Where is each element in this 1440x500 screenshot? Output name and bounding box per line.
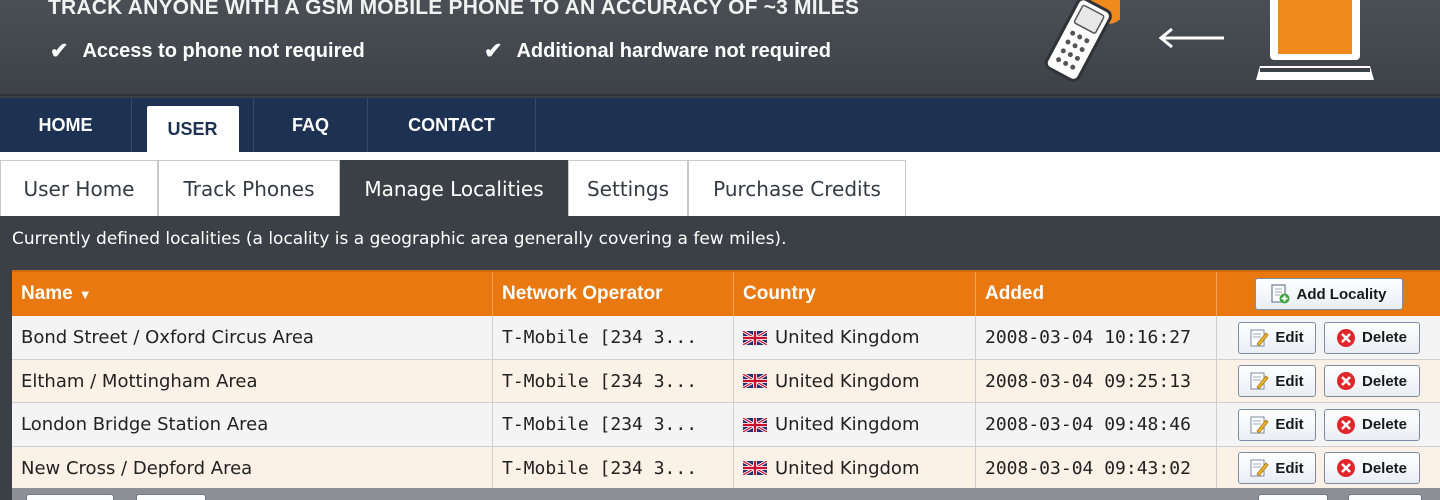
cell-actions: Edit Delete bbox=[1217, 360, 1440, 403]
delete-button[interactable]: Delete bbox=[1323, 321, 1420, 354]
column-header-added[interactable]: Added bbox=[976, 272, 1217, 316]
cell-country: United Kingdom bbox=[734, 316, 976, 359]
nav-faq[interactable]: FAQ bbox=[254, 98, 368, 152]
edit-pencil-icon bbox=[1250, 372, 1269, 390]
tab-track-phones[interactable]: Track Phones bbox=[158, 160, 340, 216]
add-locality-label: Add Locality bbox=[1296, 285, 1387, 303]
delete-x-icon bbox=[1336, 328, 1355, 347]
cell-country: United Kingdom bbox=[734, 359, 976, 403]
cell-actions: Edit Delete bbox=[1217, 447, 1440, 490]
nav-user-wrapper: USER bbox=[132, 98, 254, 152]
cell-operator: T-Mobile [234 3... bbox=[493, 359, 734, 403]
sub-tabs: User Home Track Phones Manage Localities… bbox=[0, 152, 1440, 216]
cell-name: London Bridge Station Area bbox=[12, 403, 493, 446]
cell-added: 2008-03-04 09:48:46 bbox=[976, 403, 1217, 446]
table-row: Eltham / Mottingham Area T-Mobile [234 3.… bbox=[12, 359, 1440, 403]
table-row: Bond Street / Oxford Circus Area T-Mobile… bbox=[12, 316, 1440, 360]
cell-operator: T-Mobile [234 3... bbox=[493, 446, 734, 490]
cell-added: 2008-03-04 09:43:02 bbox=[976, 446, 1217, 490]
mobile-phone-icon bbox=[1044, 0, 1120, 82]
edit-button[interactable]: Edit bbox=[1237, 452, 1316, 484]
site-banner: TRACK ANYONE WITH A GSM MOBILE PHONE TO … bbox=[0, 0, 1440, 96]
add-document-icon bbox=[1271, 284, 1290, 304]
delete-button[interactable]: Delete bbox=[1323, 365, 1420, 397]
nav-user[interactable]: USER bbox=[146, 106, 239, 152]
check-icon: ✔ bbox=[50, 38, 69, 63]
cell-name: Eltham / Mottingham Area bbox=[12, 359, 493, 403]
edit-pencil-icon bbox=[1250, 416, 1269, 434]
nav-home[interactable]: HOME bbox=[0, 98, 132, 152]
add-locality-button[interactable]: Add Locality bbox=[1254, 278, 1403, 310]
delete-x-icon bbox=[1336, 372, 1355, 390]
column-header-actions: Add Locality bbox=[1217, 272, 1440, 316]
main-nav: HOME USER FAQ CONTACT bbox=[0, 98, 1440, 152]
check-icon: ✔ bbox=[484, 38, 503, 63]
cell-country: United Kingdom bbox=[734, 446, 976, 490]
cell-name: New Cross / Depford Area bbox=[12, 446, 493, 490]
country-label: United Kingdom bbox=[775, 327, 920, 348]
edit-button[interactable]: Edit bbox=[1237, 408, 1316, 441]
tab-user-home[interactable]: User Home bbox=[0, 160, 158, 216]
delete-label: Delete bbox=[1361, 372, 1408, 390]
table-header: Name ▼ Network Operator Country Added Ad… bbox=[12, 270, 1440, 316]
footer-button-right-2[interactable] bbox=[1348, 494, 1422, 500]
delete-button[interactable]: Delete bbox=[1323, 408, 1420, 441]
footer-button-left-2[interactable] bbox=[136, 494, 206, 500]
nav-contact[interactable]: CONTACT bbox=[368, 98, 536, 152]
feature-label: Access to phone not required bbox=[82, 39, 365, 62]
country-label: United Kingdom bbox=[775, 414, 920, 435]
table-body: Bond Street / Oxford Circus Area T-Mobile… bbox=[12, 316, 1440, 490]
uk-flag-icon bbox=[743, 374, 767, 388]
uk-flag-icon bbox=[743, 461, 767, 475]
feature-hardware: ✔ Additional hardware not required bbox=[484, 38, 831, 64]
edit-pencil-icon bbox=[1250, 329, 1269, 347]
tab-settings[interactable]: Settings bbox=[568, 160, 688, 216]
arrow-left-icon bbox=[1158, 27, 1224, 49]
feature-label: Additional hardware not required bbox=[516, 39, 831, 62]
laptop-icon bbox=[1256, 0, 1374, 80]
country-label: United Kingdom bbox=[775, 457, 920, 479]
column-header-name[interactable]: Name ▼ bbox=[12, 272, 493, 316]
cell-name: Bond Street / Oxford Circus Area bbox=[12, 316, 493, 359]
edit-label: Edit bbox=[1275, 459, 1304, 477]
footer-button-left-1[interactable] bbox=[26, 494, 114, 500]
table-row: London Bridge Station Area T-Mobile [234 … bbox=[12, 403, 1440, 447]
edit-button[interactable]: Edit bbox=[1237, 365, 1316, 397]
column-header-label: Name bbox=[21, 283, 73, 304]
localities-table: Name ▼ Network Operator Country Added Ad… bbox=[12, 270, 1440, 490]
edit-label: Edit bbox=[1275, 416, 1304, 433]
delete-label: Delete bbox=[1361, 329, 1408, 346]
uk-flag-icon bbox=[743, 330, 767, 345]
cell-added: 2008-03-04 09:25:13 bbox=[976, 359, 1217, 403]
column-header-operator[interactable]: Network Operator bbox=[493, 272, 734, 316]
footer-button-right-1[interactable] bbox=[1258, 494, 1328, 500]
edit-label: Edit bbox=[1275, 372, 1304, 390]
cell-operator: T-Mobile [234 3... bbox=[493, 316, 734, 359]
edit-pencil-icon bbox=[1250, 459, 1269, 477]
tab-manage-localities[interactable]: Manage Localities bbox=[340, 160, 568, 216]
uk-flag-icon bbox=[743, 417, 767, 432]
cell-actions: Edit Delete bbox=[1217, 316, 1440, 359]
country-label: United Kingdom bbox=[775, 370, 920, 392]
feature-phone-access: ✔ Access to phone not required bbox=[50, 38, 365, 64]
delete-x-icon bbox=[1336, 415, 1355, 434]
tab-purchase-credits[interactable]: Purchase Credits bbox=[688, 160, 906, 216]
cell-added: 2008-03-04 10:16:27 bbox=[976, 316, 1217, 359]
edit-label: Edit bbox=[1275, 329, 1304, 346]
delete-label: Delete bbox=[1361, 416, 1408, 433]
table-footer bbox=[12, 488, 1440, 500]
delete-x-icon bbox=[1336, 459, 1355, 477]
column-header-country[interactable]: Country bbox=[734, 272, 976, 316]
cell-operator: T-Mobile [234 3... bbox=[493, 403, 734, 446]
table-row: New Cross / Depford Area T-Mobile [234 3.… bbox=[12, 446, 1440, 490]
edit-button[interactable]: Edit bbox=[1237, 321, 1316, 354]
cell-actions: Edit Delete bbox=[1217, 403, 1440, 446]
delete-label: Delete bbox=[1361, 459, 1408, 477]
delete-button[interactable]: Delete bbox=[1323, 452, 1420, 484]
sort-desc-icon: ▼ bbox=[78, 286, 92, 302]
intro-text: Currently defined localities (a locality… bbox=[12, 229, 787, 249]
cell-country: United Kingdom bbox=[734, 403, 976, 446]
banner-headline: TRACK ANYONE WITH A GSM MOBILE PHONE TO … bbox=[48, 0, 860, 19]
